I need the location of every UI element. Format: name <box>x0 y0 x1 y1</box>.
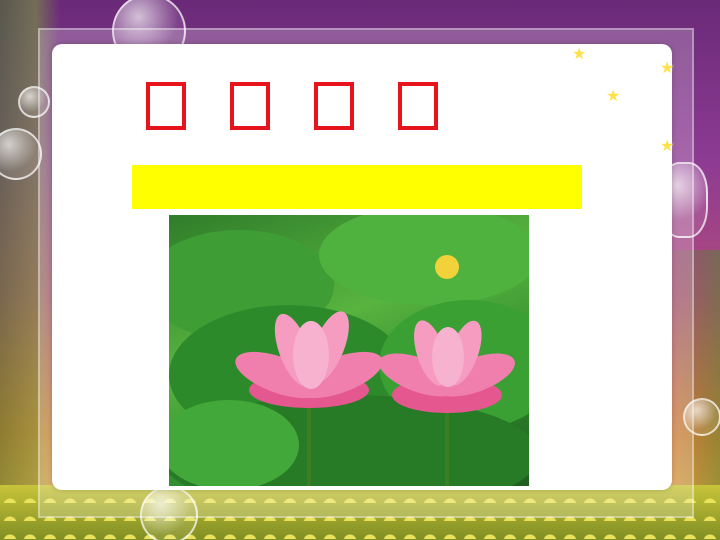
slide-canvas: ★ ★ ★ ★ <box>0 0 720 540</box>
title-char <box>230 82 270 130</box>
title-char <box>398 82 438 130</box>
title-char <box>146 82 186 130</box>
title-char <box>314 82 354 130</box>
slide-title <box>146 82 456 136</box>
lotus-photo <box>169 215 529 486</box>
lotus-illustration <box>169 215 529 486</box>
star-icon: ★ <box>572 44 587 63</box>
star-icon: ★ <box>660 58 675 77</box>
star-icon: ★ <box>660 136 675 155</box>
subtitle-banner <box>132 165 582 209</box>
star-icon: ★ <box>606 86 621 105</box>
